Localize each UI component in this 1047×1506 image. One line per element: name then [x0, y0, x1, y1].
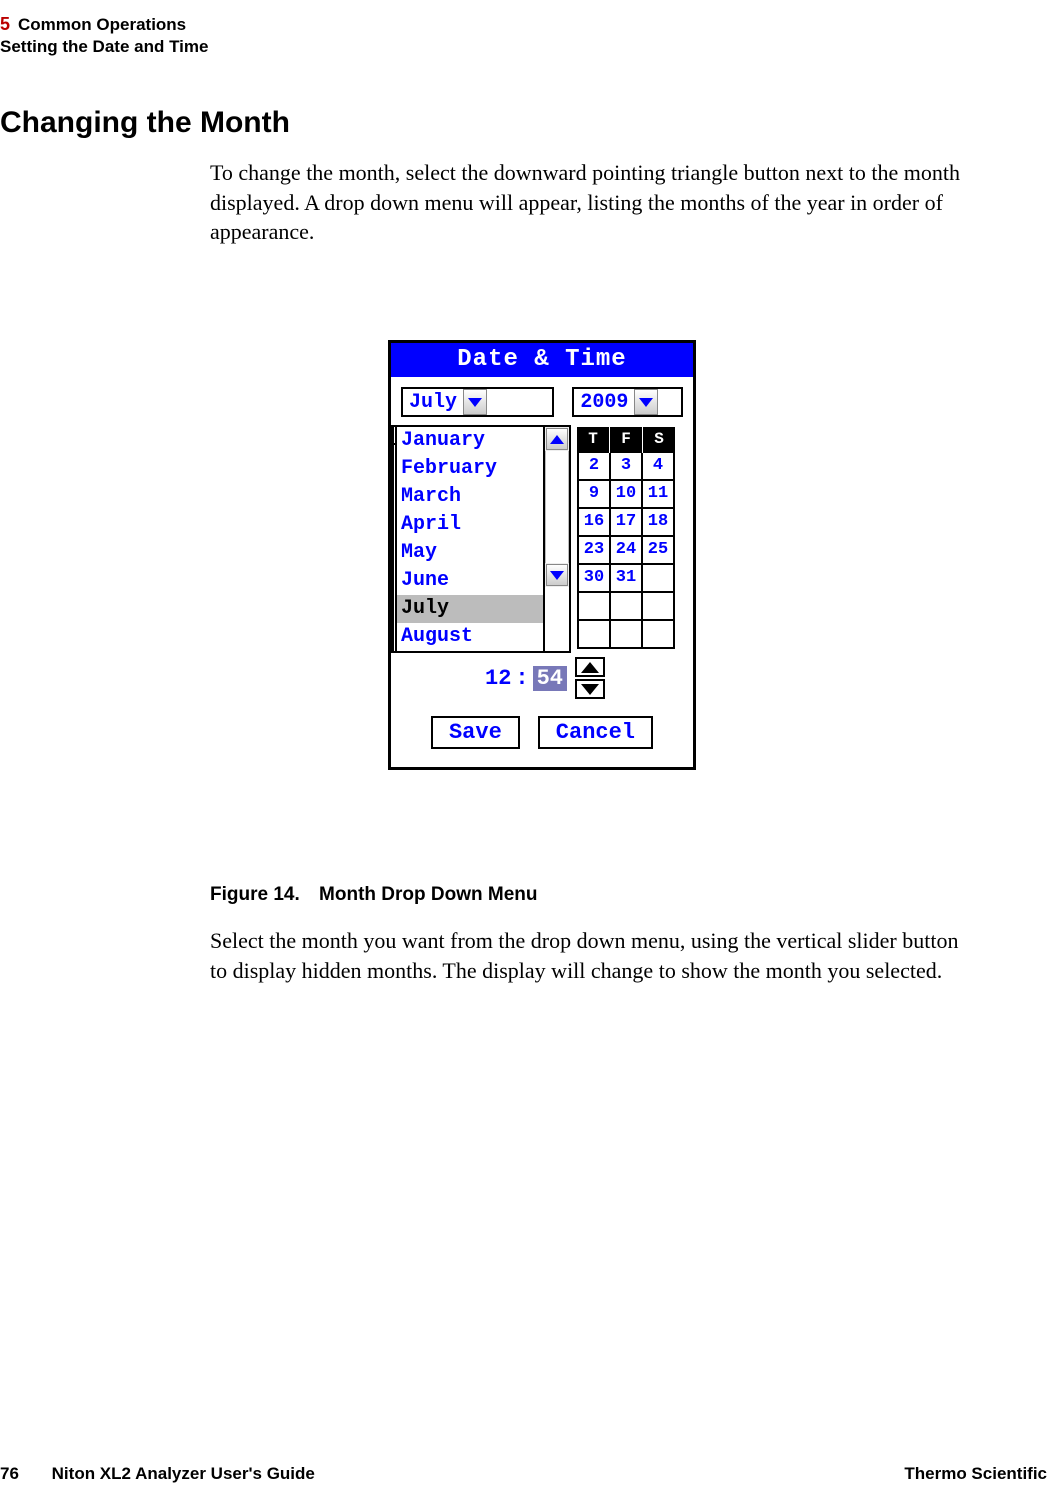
calendar-cell[interactable]: 2	[577, 453, 609, 481]
time-row: 12 : 54	[485, 657, 605, 699]
calendar-cell	[609, 593, 641, 621]
month-option[interactable]: August	[397, 623, 543, 651]
time-down-button[interactable]	[575, 679, 605, 699]
cancel-button[interactable]: Cancel	[538, 716, 653, 749]
scroll-up-button[interactable]	[546, 428, 568, 450]
calendar-cell[interactable]: 23	[577, 537, 609, 565]
calendar-cell[interactable]: 9	[577, 481, 609, 509]
chevron-up-icon	[581, 662, 599, 673]
calendar-cell[interactable]: 24	[609, 537, 641, 565]
brand-name: Thermo Scientific	[904, 1464, 1047, 1484]
chevron-down-icon	[468, 398, 482, 407]
save-button[interactable]: Save	[431, 716, 520, 749]
scroll-down-button[interactable]	[546, 564, 568, 586]
year-value: 2009	[574, 391, 634, 414]
running-header: 5 Common Operations Setting the Date and…	[0, 14, 208, 57]
device-screen: Date & Time July 2009 TFS 23491011161718…	[388, 340, 696, 770]
month-option[interactable]: February	[397, 455, 543, 483]
time-up-button[interactable]	[575, 657, 605, 677]
figure-screenshot: Date & Time July 2009 TFS 23491011161718…	[388, 340, 696, 770]
calendar-row: 234	[577, 453, 673, 481]
month-combobox[interactable]: July	[401, 387, 554, 417]
scroll-track[interactable]	[545, 451, 569, 563]
page-number: 76	[0, 1464, 19, 1483]
calendar-cell	[641, 593, 673, 621]
dropdown-scrollbar[interactable]	[545, 427, 569, 587]
calendar-row: 3031	[577, 565, 673, 593]
guide-title: Niton XL2 Analyzer User's Guide	[52, 1464, 315, 1483]
intro-paragraph: To change the month, select the downward…	[210, 158, 970, 247]
calendar-cell	[577, 621, 609, 649]
figure-title: Month Drop Down Menu	[319, 884, 537, 905]
calendar-cell	[577, 593, 609, 621]
chevron-down-icon	[550, 571, 564, 580]
chevron-down-icon	[639, 398, 653, 407]
figure-caption: Figure 14. Month Drop Down Menu	[210, 884, 538, 906]
calendar-row: 232425	[577, 537, 673, 565]
figure-number: Figure 14.	[210, 884, 300, 905]
month-dropdown-button[interactable]	[463, 389, 487, 415]
calendar-cell[interactable]: 17	[609, 509, 641, 537]
month-option[interactable]: June	[397, 567, 543, 595]
calendar-grid: 234910111617182324253031	[577, 453, 675, 649]
chapter-number: 5	[0, 14, 10, 35]
time-minutes[interactable]: 54	[533, 666, 567, 691]
calendar-cell[interactable]: 10	[609, 481, 641, 509]
month-option[interactable]: March	[397, 483, 543, 511]
calendar-cell	[641, 621, 673, 649]
month-option[interactable]: May	[397, 539, 543, 567]
time-colon: :	[515, 666, 528, 691]
calendar-cell[interactable]: 3	[609, 453, 641, 481]
calendar-cell[interactable]: 25	[641, 537, 673, 565]
calendar-header-cell: S	[642, 427, 675, 453]
month-option[interactable]: January	[397, 427, 543, 455]
calendar-cell	[641, 565, 673, 593]
calendar-cell[interactable]: 4	[641, 453, 673, 481]
chevron-down-icon	[581, 684, 599, 695]
page-footer: 76 Niton XL2 Analyzer User's Guide Therm…	[0, 1464, 1047, 1484]
calendar-cell[interactable]: 30	[577, 565, 609, 593]
calendar-cell[interactable]: 31	[609, 565, 641, 593]
calendar-row: 91011	[577, 481, 673, 509]
calendar-cell[interactable]: 16	[577, 509, 609, 537]
calendar-header: TFS	[577, 427, 675, 453]
chapter-title: Common Operations	[18, 15, 186, 35]
month-value: July	[403, 391, 463, 414]
heading-changing-month: Changing the Month	[0, 106, 290, 140]
month-dropdown-list[interactable]: JanuaryFebruaryMarchAprilMayJuneJulyAugu…	[395, 425, 571, 653]
year-dropdown-button[interactable]	[634, 389, 658, 415]
calendar-row: 161718	[577, 509, 673, 537]
screen-title: Date & Time	[391, 343, 693, 377]
time-hours[interactable]: 12	[485, 666, 511, 691]
calendar-cell[interactable]: 18	[641, 509, 673, 537]
month-option[interactable]: July	[397, 595, 543, 623]
section-title: Setting the Date and Time	[0, 37, 208, 57]
year-combobox[interactable]: 2009	[572, 387, 683, 417]
calendar-header-cell: T	[577, 427, 609, 453]
time-spinner[interactable]	[575, 657, 605, 699]
calendar-header-cell: F	[609, 427, 642, 453]
followup-paragraph: Select the month you want from the drop …	[210, 926, 970, 985]
calendar-row	[577, 621, 673, 649]
month-option[interactable]: April	[397, 511, 543, 539]
calendar-cell	[609, 621, 641, 649]
chevron-up-icon	[550, 435, 564, 444]
calendar-row	[577, 593, 673, 621]
calendar-cell[interactable]: 11	[641, 481, 673, 509]
